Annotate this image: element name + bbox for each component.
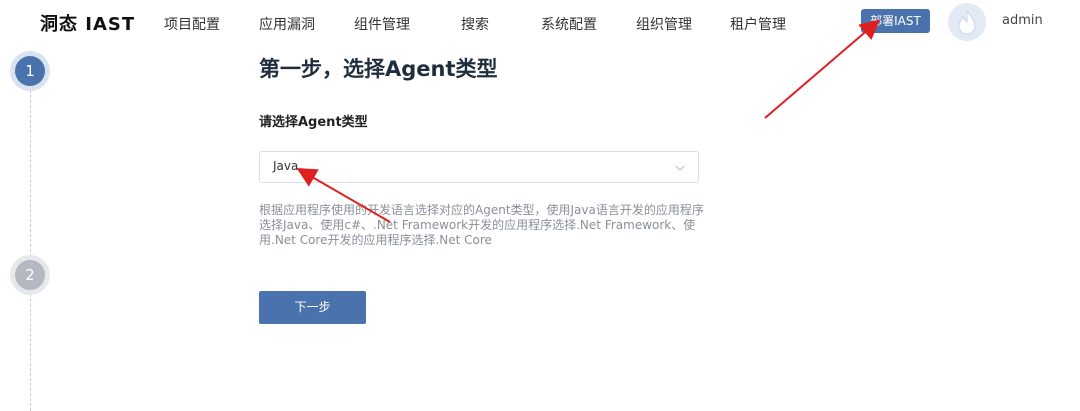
nav-item-tenant-mgmt[interactable]: 租户管理 bbox=[730, 14, 786, 34]
nav-item-system-config[interactable]: 系统配置 bbox=[541, 14, 597, 34]
next-step-button[interactable]: 下一步 bbox=[259, 291, 366, 324]
logo: 洞态 IAST bbox=[40, 14, 136, 35]
flame-avatar-icon[interactable] bbox=[948, 3, 986, 41]
nav-item-search[interactable]: 搜索 bbox=[461, 14, 489, 34]
nav-item-project-config[interactable]: 项目配置 bbox=[164, 14, 220, 34]
page-title: 第一步，选择Agent类型 bbox=[259, 57, 498, 81]
nav-item-app-vulns[interactable]: 应用漏洞 bbox=[259, 14, 315, 34]
nav-item-component-mgmt[interactable]: 组件管理 bbox=[354, 14, 410, 34]
step-2-indicator: 2 bbox=[15, 260, 45, 290]
top-nav: 洞态 IAST 项目配置 应用漏洞 组件管理 搜索 系统配置 组织管理 租户管理… bbox=[0, 0, 1080, 46]
chevron-down-icon bbox=[674, 158, 686, 181]
deploy-iast-button[interactable]: 部署IAST bbox=[861, 9, 930, 33]
agent-type-label: 请选择Agent类型 bbox=[259, 115, 368, 130]
agent-type-select[interactable]: Java bbox=[259, 151, 699, 183]
agent-type-select-value: Java bbox=[273, 159, 299, 173]
stepper-connector bbox=[30, 80, 31, 411]
agent-type-hint: 根据应用程序使用的开发语言选择对应的Agent类型，使用Java语言开发的应用程… bbox=[259, 203, 704, 247]
nav-item-org-mgmt[interactable]: 组织管理 bbox=[636, 14, 692, 34]
step-1-indicator: 1 bbox=[15, 56, 45, 86]
username[interactable]: admin bbox=[1002, 13, 1043, 28]
